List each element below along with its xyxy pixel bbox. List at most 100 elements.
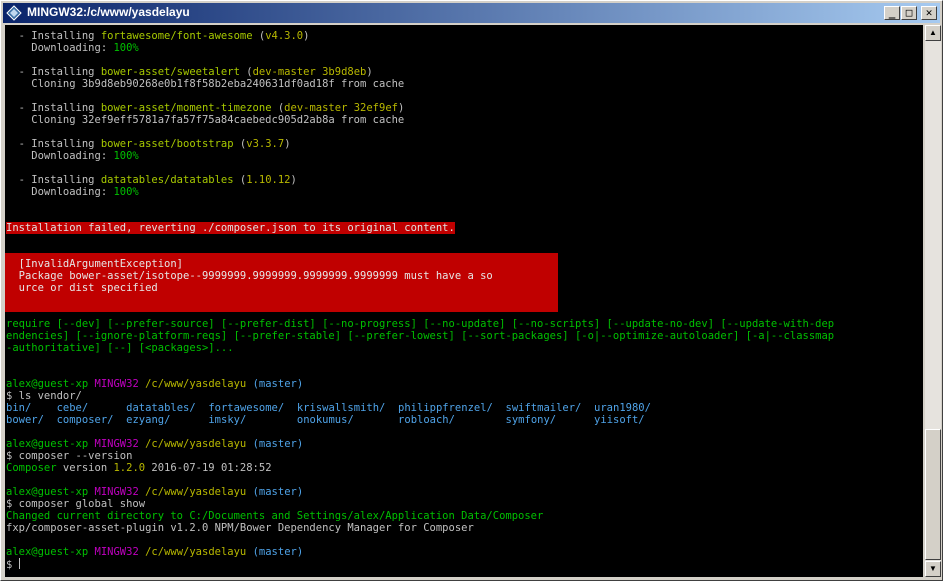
terminal-text: fxp/composer-asset-plugin v1.2.0 NPM/Bow… (6, 522, 474, 534)
terminal-line: - Installing datatables/datatables (1.10… (6, 174, 834, 186)
terminal-text: alex@guest-xp (6, 378, 89, 390)
terminal-text: fortawesome/font-awesome (100, 30, 253, 42)
terminal-line: Composer version 1.2.0 2016-07-19 01:28:… (6, 462, 834, 474)
terminal-text: $ ls vendor/ (6, 390, 82, 402)
minimize-button[interactable]: _ (884, 6, 900, 20)
terminal-text: Downloading: (6, 150, 114, 162)
terminal-line: require [--dev] [--prefer-source] [--pre… (6, 318, 834, 330)
terminal-text: Installation failed, reverting ./compose… (6, 222, 455, 234)
terminal-text: 2016-07-19 01:28:52 (145, 462, 272, 474)
terminal-text: require [--dev] [--prefer-source] [--pre… (6, 318, 835, 330)
terminal-line: - Installing bower-asset/sweetalert (dev… (6, 66, 834, 78)
close-button[interactable]: ✕ (921, 6, 937, 20)
terminal-text: $ composer global show (6, 498, 146, 510)
title-bar[interactable]: MINGW32:/c/www/yasdelayu _ □ ✕ (3, 3, 940, 23)
terminal-text: v4.3.0 (265, 30, 304, 42)
terminal-text: /c/www/yasdelayu (145, 438, 247, 450)
terminal-text: v3.3.7 (246, 138, 285, 150)
terminal-text: ) (290, 174, 297, 186)
terminal-text: (master) (252, 486, 304, 498)
terminal-text: ) (397, 102, 405, 114)
terminal-text: alex@guest-xp (6, 486, 89, 498)
terminal-window: MINGW32:/c/www/yasdelayu _ □ ✕ - Install… (0, 0, 943, 581)
terminal-text: bower-asset/bootstrap (100, 138, 234, 150)
terminal-text: (master) (252, 438, 304, 450)
terminal-line: bower/ composer/ ezyang/ imsky/ onokumus… (6, 414, 834, 426)
terminal-text: MINGW32 (94, 378, 139, 390)
terminal-line: alex@guest-xp MINGW32 /c/www/yasdelayu (… (6, 438, 834, 450)
terminal-text: cebe/ (56, 402, 89, 414)
terminal-text: imsky/ (208, 414, 247, 426)
terminal-text: datatables/datatables (100, 174, 234, 186)
window-title: MINGW32:/c/www/yasdelayu (27, 5, 190, 19)
terminal-text: symfony/ (505, 414, 557, 426)
terminal-line: Downloading: 100% (6, 42, 834, 54)
terminal-text: Downloading: (6, 186, 114, 198)
terminal-text: (master) (252, 378, 304, 390)
terminal-text: MINGW32 (94, 486, 139, 498)
vertical-scrollbar[interactable]: ▲ ▼ (925, 25, 941, 577)
terminal-text: ) (303, 30, 310, 42)
terminal-line: -authoritative] [--] [<packages>]... (6, 342, 834, 354)
terminal-text: bin/ (6, 402, 32, 414)
terminal-text: 1.2.0 (113, 462, 146, 474)
terminal-text: (master) (252, 546, 304, 558)
terminal-line: $ ls vendor/ (6, 390, 834, 402)
terminal-text: version (56, 462, 114, 474)
terminal-text: ) (366, 66, 373, 78)
terminal-text: 100% (113, 186, 139, 198)
terminal-text: - Installing (6, 174, 101, 186)
terminal-line: bin/ cebe/ datatables/ fortawesome/ kris… (6, 402, 834, 414)
terminal-line: alex@guest-xp MINGW32 /c/www/yasdelayu (… (6, 378, 834, 390)
terminal-text: ( (252, 30, 266, 42)
terminal-text: $ composer --version (6, 450, 133, 462)
scroll-thumb[interactable] (925, 429, 941, 560)
scroll-up-button[interactable]: ▲ (925, 25, 941, 41)
terminal-line: Cloning 32ef9eff5781a7fa57f75a84caebedc9… (6, 114, 834, 126)
terminal-line: Changed current directory to C:/Document… (6, 510, 834, 522)
maximize-button[interactable]: □ (901, 6, 917, 20)
terminal-text: Downloading: (6, 42, 114, 54)
terminal-text: ) (284, 138, 291, 150)
terminal-text: bower/ (6, 414, 44, 426)
terminal-line: $ (6, 558, 834, 571)
terminal-line: Cloning 3b9d8eb90268e0b1f8f58b2eba240631… (6, 78, 834, 90)
terminal-text: -authoritative] [--] [<packages>]... (6, 342, 234, 354)
terminal-output[interactable]: - Installing fortawesome/font-awesome (v… (5, 25, 923, 577)
terminal-text: philippfrenzel/ (398, 402, 493, 414)
terminal-text: alex@guest-xp (6, 438, 89, 450)
terminal-line: endencies] [--ignore-platform-reqs] [--p… (6, 330, 834, 342)
terminal-text: $ (6, 559, 19, 571)
terminal-text: 100% (113, 150, 139, 162)
terminal-text: /c/www/yasdelayu (145, 546, 247, 558)
terminal-text: ( (271, 102, 285, 114)
terminal-line: $ composer --version (6, 450, 834, 462)
terminal-text: [InvalidArgumentException] (6, 258, 184, 270)
terminal-line: - Installing bower-asset/moment-timezone… (6, 102, 834, 114)
terminal-text: MINGW32 (94, 438, 139, 450)
terminal-text: 1.10.12 (246, 174, 291, 186)
terminal-text: 100% (113, 42, 139, 54)
terminal-line: [InvalidArgumentException] (6, 258, 834, 270)
terminal-text: onokumus/ (296, 414, 354, 426)
terminal-text: fortawesome/ (208, 402, 285, 414)
scroll-down-button[interactable]: ▼ (925, 561, 941, 577)
terminal-text: bower-asset/sweetalert (100, 66, 240, 78)
